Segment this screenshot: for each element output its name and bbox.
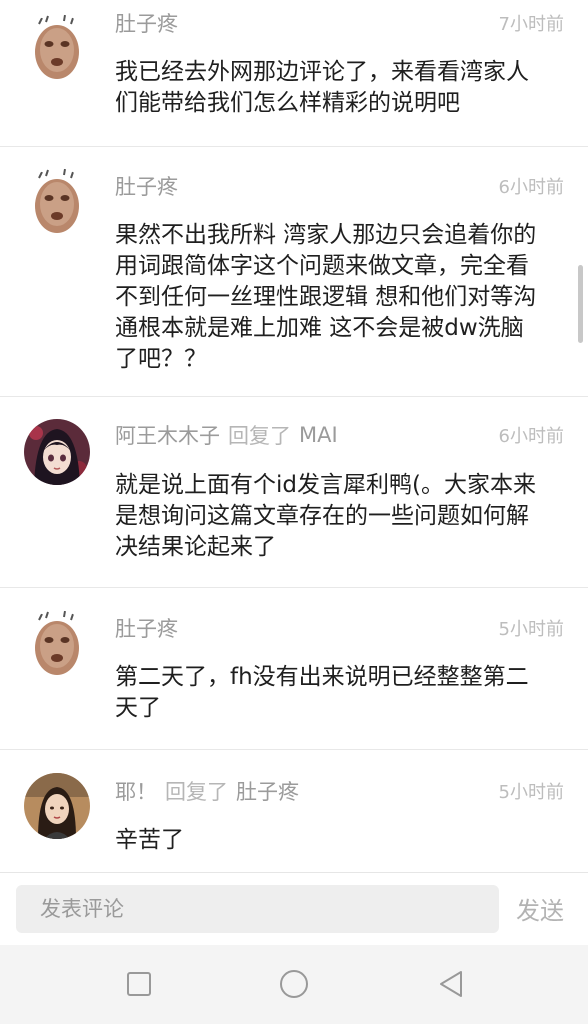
square-recents-icon[interactable]: [122, 967, 156, 1001]
comment-text-line: 天了: [115, 695, 161, 721]
stone-mask-avatar-icon: [24, 610, 90, 676]
avatar[interactable]: [24, 168, 90, 234]
comment-username[interactable]: 肚子疼: [115, 171, 178, 201]
triangle-back-icon[interactable]: [434, 967, 468, 1001]
comments-screen: 肚子疼 7小时前 我已经去外网那边评论了，来看看湾家人 们能带给我们怎么样精彩的…: [0, 0, 588, 1024]
avatar[interactable]: [24, 773, 90, 839]
comment-text: 我已经去外网那边评论了，来看看湾家人 们能带给我们怎么样精彩的说明吧: [115, 57, 566, 119]
stone-mask-avatar-icon: [24, 168, 90, 234]
comment-text-line: 第二天了，fh没有出来说明已经整整第二: [115, 664, 529, 690]
reply-label: 回复了: [228, 424, 291, 448]
comment-text-line: 用词跟简体字这个问题来做文章，完全看: [115, 253, 529, 279]
comment-meta: 肚子疼 7小时前: [115, 6, 564, 40]
comment-text-line: 果然不出我所料 湾家人那边只会追着你的: [115, 222, 537, 248]
comment-item: 肚子疼 5小时前 第二天了，fh没有出来说明已经整整第二 天了: [0, 587, 588, 749]
reply-label: 回复了: [165, 780, 228, 804]
comment-input-bar: 发表评论 发送: [0, 872, 588, 945]
comment-username[interactable]: 耶！: [115, 776, 157, 806]
comment-time: 7小时前: [498, 14, 564, 35]
reply-target-username[interactable]: 肚子疼: [236, 776, 299, 806]
comment-text-line: 通根本就是难上加难 这不会是被dw洗脑: [115, 315, 524, 341]
comment-time: 5小时前: [498, 619, 564, 640]
comment-text: 就是说上面有个id发言犀利鸭(。大家本来 是想询问这篇文章存在的一些问题如何解 …: [115, 470, 566, 563]
avatar[interactable]: [24, 610, 90, 676]
scrollbar-thumb[interactable]: [578, 265, 583, 343]
comment-username[interactable]: 肚子疼: [115, 613, 178, 643]
woman-photo-avatar-icon: [24, 773, 90, 839]
comment-item: 肚子疼 7小时前 我已经去外网那边评论了，来看看湾家人 们能带给我们怎么样精彩的…: [0, 0, 588, 146]
comment-text: 辛苦了: [115, 825, 566, 856]
comment-item: 肚子疼 6小时前 果然不出我所料 湾家人那边只会追着你的 用词跟简体字这个问题来…: [0, 146, 588, 396]
comment-text-line: 我已经去外网那边评论了，来看看湾家人: [115, 59, 529, 85]
comment-item: 耶！ 回复了 肚子疼 5小时前 辛苦了: [0, 749, 588, 869]
comment-item: 阿王木木子 回复了 MAI 6小时前 就是说上面有个id发言犀利鸭(。大家本来 …: [0, 396, 588, 587]
comment-input[interactable]: 发表评论: [16, 885, 499, 933]
comment-text-line: 们能带给我们怎么样精彩的说明吧: [115, 90, 460, 116]
comment-list[interactable]: 肚子疼 7小时前 我已经去外网那边评论了，来看看湾家人 们能带给我们怎么样精彩的…: [0, 0, 588, 872]
comment-text: 果然不出我所料 湾家人那边只会追着你的 用词跟简体字这个问题来做文章，完全看 不…: [115, 220, 566, 375]
comment-meta: 肚子疼 6小时前: [115, 169, 564, 203]
comment-meta: 阿王木木子 回复了 MAI 6小时前: [115, 418, 564, 452]
comment-meta: 肚子疼 5小时前: [115, 611, 564, 645]
system-navigation-bar: [0, 945, 588, 1024]
comment-text-line: 决结果论起来了: [115, 534, 276, 560]
avatar[interactable]: [24, 14, 90, 80]
comment-text-line: 不到任何一丝理性跟逻辑 想和他们对等沟: [115, 284, 537, 310]
stone-mask-avatar-icon: [24, 14, 90, 80]
comment-text: 第二天了，fh没有出来说明已经整整第二 天了: [115, 662, 566, 724]
comment-username[interactable]: 肚子疼: [115, 8, 178, 38]
comment-time: 6小时前: [498, 426, 564, 447]
comment-time: 5小时前: [498, 782, 564, 803]
circle-home-icon[interactable]: [277, 967, 311, 1001]
anime-girl-avatar-icon: [24, 419, 90, 485]
comment-text-line: 是想询问这篇文章存在的一些问题如何解: [115, 503, 529, 529]
send-button[interactable]: 发送: [516, 891, 564, 926]
comment-time: 6小时前: [498, 177, 564, 198]
comment-input-placeholder: 发表评论: [40, 897, 124, 921]
comment-text-line: 辛苦了: [115, 827, 184, 853]
comment-meta: 耶！ 回复了 肚子疼 5小时前: [115, 774, 564, 808]
comment-username[interactable]: 阿王木木子: [115, 420, 220, 450]
comment-text-line: 了吧？？: [115, 346, 207, 372]
avatar[interactable]: [24, 419, 90, 485]
comment-text-line: 就是说上面有个id发言犀利鸭(。大家本来: [115, 472, 536, 498]
reply-target-username[interactable]: MAI: [299, 423, 338, 447]
